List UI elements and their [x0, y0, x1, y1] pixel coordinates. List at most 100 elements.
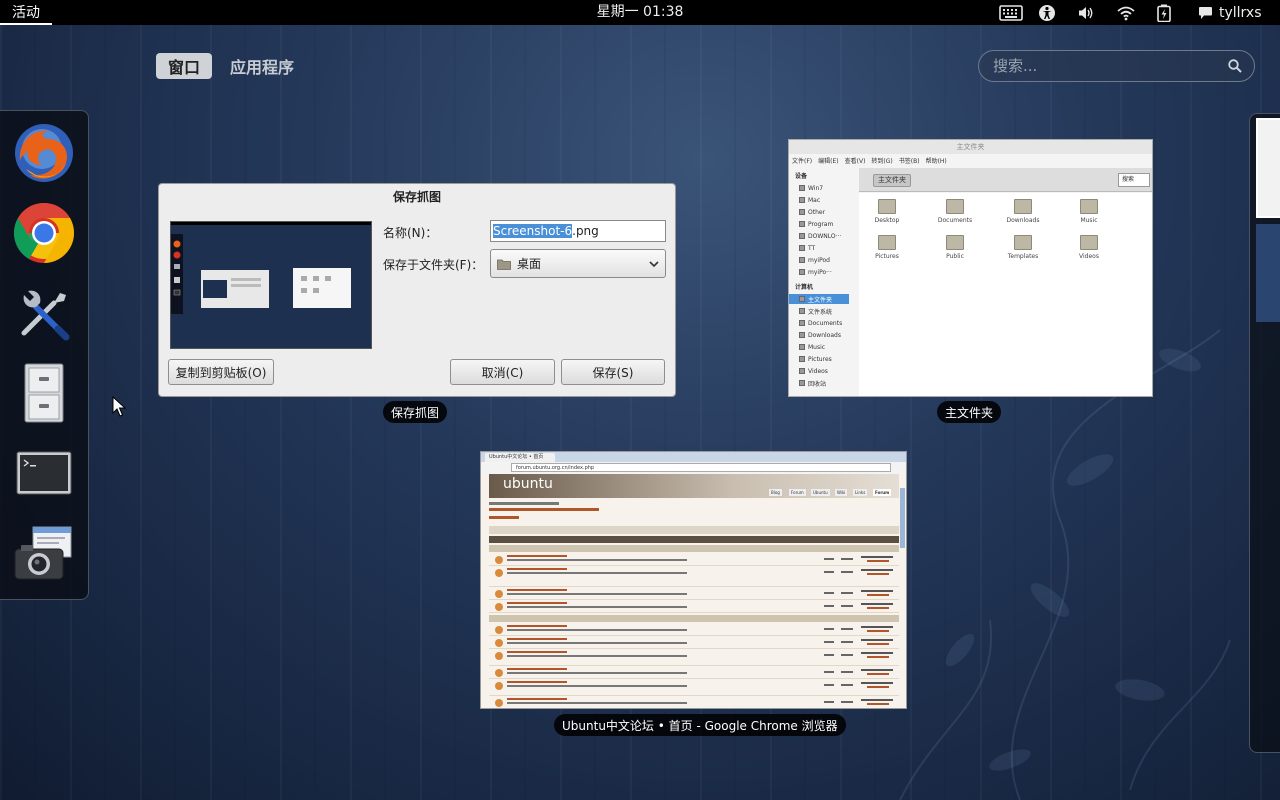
fm-place-item[interactable]: Music	[799, 342, 857, 352]
forum-nav-item-active[interactable]: Forum	[873, 489, 892, 496]
tab-applications[interactable]: 应用程序	[218, 53, 306, 79]
fm-file-item[interactable]: Music	[1061, 199, 1117, 224]
wifi-icon[interactable]	[1114, 0, 1138, 25]
user-menu[interactable]: tyllrxs	[1198, 0, 1278, 25]
ipod-icon	[799, 257, 805, 263]
fm-device-item[interactable]: Win7	[799, 183, 857, 193]
chrome-icon	[13, 203, 75, 263]
fm-place-item[interactable]: Downloads	[799, 330, 857, 340]
save-folder-select[interactable]: 桌面	[490, 249, 666, 278]
dash-screenshot[interactable]	[10, 519, 78, 587]
fm-place-item[interactable]: Documents	[799, 318, 857, 328]
fm-menu-edit[interactable]: 编辑(E)	[818, 156, 838, 166]
fm-device-item[interactable]: Mac	[799, 195, 857, 205]
forum-nav-item[interactable]: Blog	[769, 489, 782, 496]
fm-file-item[interactable]: Downloads	[995, 199, 1051, 224]
trash-icon	[799, 380, 805, 386]
fm-place-item[interactable]: Pictures	[799, 354, 857, 364]
forum-nav-item[interactable]: Ubuntu	[811, 489, 830, 496]
search-box[interactable]	[978, 50, 1255, 82]
forum-row[interactable]	[489, 667, 899, 679]
fm-device-item[interactable]: Other	[799, 207, 857, 217]
name-label: 名称(N)：	[383, 226, 438, 240]
fm-file-view: Desktop Documents Downloads Music Pictur…	[859, 193, 1152, 396]
filesystem-icon	[799, 308, 805, 314]
fm-place-item[interactable]: 文件系统	[799, 306, 857, 316]
fm-file-item[interactable]: Templates	[995, 235, 1051, 260]
keyboard-icon[interactable]	[996, 0, 1026, 25]
fm-place-item[interactable]: 回收站	[799, 378, 857, 388]
dash-chrome[interactable]	[10, 199, 78, 267]
fm-file-item[interactable]: Public	[927, 235, 983, 260]
fm-file-item[interactable]: Pictures	[859, 235, 915, 260]
fm-search-button[interactable]: 搜索	[1118, 173, 1150, 187]
forum-nav-item[interactable]: Links	[853, 489, 868, 496]
overview-tabs: 窗口 应用程序	[156, 53, 306, 79]
user-name: tyllrxs	[1219, 4, 1262, 21]
forum-nav-item[interactable]: Wiki	[835, 489, 848, 496]
fm-file-item[interactable]: Videos	[1061, 235, 1117, 260]
fm-menu-file[interactable]: 文件(F)	[792, 156, 812, 166]
fm-device-item[interactable]: myiPo···	[799, 267, 857, 277]
terminal-icon	[16, 451, 72, 495]
fm-place-home[interactable]: 主文件夹	[789, 294, 849, 304]
fm-menubar: 文件(F) 编辑(E) 查看(V) 转到(G) 书签(B) 帮助(H)	[789, 156, 1152, 166]
fm-menu-go[interactable]: 转到(G)	[871, 156, 892, 166]
forum-row[interactable]	[489, 567, 899, 587]
forum-row[interactable]	[489, 650, 899, 666]
dash-terminal[interactable]	[10, 439, 78, 507]
folder-icon	[799, 332, 805, 338]
filename-field[interactable]: Screenshot-6.png	[490, 220, 666, 242]
window-caption-save[interactable]: 保存抓图	[383, 401, 448, 423]
fm-device-item[interactable]: myiPod	[799, 255, 857, 265]
system-settings-icon	[21, 290, 70, 341]
battery-icon[interactable]	[1152, 0, 1176, 25]
activities-button[interactable]: 活动	[0, 0, 52, 25]
dash-firefox[interactable]	[10, 119, 78, 187]
forum-row[interactable]	[489, 680, 899, 696]
fm-menu-bookmarks[interactable]: 书签(B)	[899, 156, 920, 166]
dash-file-manager[interactable]	[10, 359, 78, 427]
search-input[interactable]	[993, 57, 1228, 75]
chrome-address-bar[interactable]: forum.ubuntu.org.cn/index.php	[511, 463, 891, 472]
fm-place-item[interactable]: Videos	[799, 366, 857, 376]
copy-to-clipboard-button[interactable]: 复制到剪贴板(O)	[168, 359, 274, 385]
fm-menu-view[interactable]: 查看(V)	[845, 156, 866, 166]
window-caption-chrome[interactable]: Ubuntu中文论坛 • 首页 - Google Chrome 浏览器	[554, 714, 846, 736]
fm-path-button[interactable]: 主文件夹	[873, 174, 911, 187]
forum-row[interactable]	[489, 554, 899, 566]
forum-row[interactable]	[489, 637, 899, 649]
volume-icon[interactable]	[1074, 0, 1098, 25]
fm-device-item[interactable]: DOWNLO···	[799, 231, 857, 241]
forum-row[interactable]	[489, 588, 899, 600]
drive-icon	[799, 185, 805, 191]
cancel-button[interactable]: 取消(C)	[450, 359, 555, 385]
chrome-tab[interactable]: Ubuntu中文论坛 • 首页	[485, 453, 555, 462]
accessibility-icon[interactable]	[1034, 0, 1060, 25]
fm-device-item[interactable]: Program	[799, 219, 857, 229]
dash-settings[interactable]	[10, 279, 78, 347]
clock[interactable]: 星期一 01:38	[597, 4, 684, 20]
home-folder-icon	[799, 296, 805, 302]
fm-file-item[interactable]: Desktop	[859, 199, 915, 224]
window-chrome-browser[interactable]: Ubuntu中文论坛 • 首页 forum.ubuntu.org.cn/inde…	[480, 451, 907, 709]
window-save-screenshot[interactable]: 保存抓图 名称(N)： Screenshot-6.png 保存于文件夹(F)：	[158, 183, 676, 397]
save-button[interactable]: 保存(S)	[561, 359, 665, 385]
folder-icon	[946, 235, 964, 250]
chrome-scrollbar[interactable]	[900, 488, 905, 548]
workspace-thumbnail-1[interactable]	[1256, 118, 1280, 218]
fm-device-item[interactable]: TT	[799, 243, 857, 253]
tab-windows[interactable]: 窗口	[156, 53, 213, 79]
forum-nav-item[interactable]: Forum	[789, 489, 806, 496]
fm-file-item[interactable]: Documents	[927, 199, 983, 224]
chrome-page-content: ubuntu Blog Forum Ubuntu Wiki Links Foru…	[481, 474, 906, 708]
workspace-thumbnail-2[interactable]	[1256, 224, 1280, 322]
window-file-manager[interactable]: 主文件夹 文件(F) 编辑(E) 查看(V) 转到(G) 书签(B) 帮助(H)…	[788, 139, 1153, 397]
forum-row[interactable]	[489, 624, 899, 636]
ipod-icon	[799, 269, 805, 275]
forum-row[interactable]	[489, 601, 899, 613]
fm-menu-help[interactable]: 帮助(H)	[926, 156, 947, 166]
forum-row[interactable]	[489, 697, 899, 708]
window-caption-file-manager[interactable]: 主文件夹	[937, 401, 1002, 423]
chevron-down-icon	[649, 260, 659, 267]
